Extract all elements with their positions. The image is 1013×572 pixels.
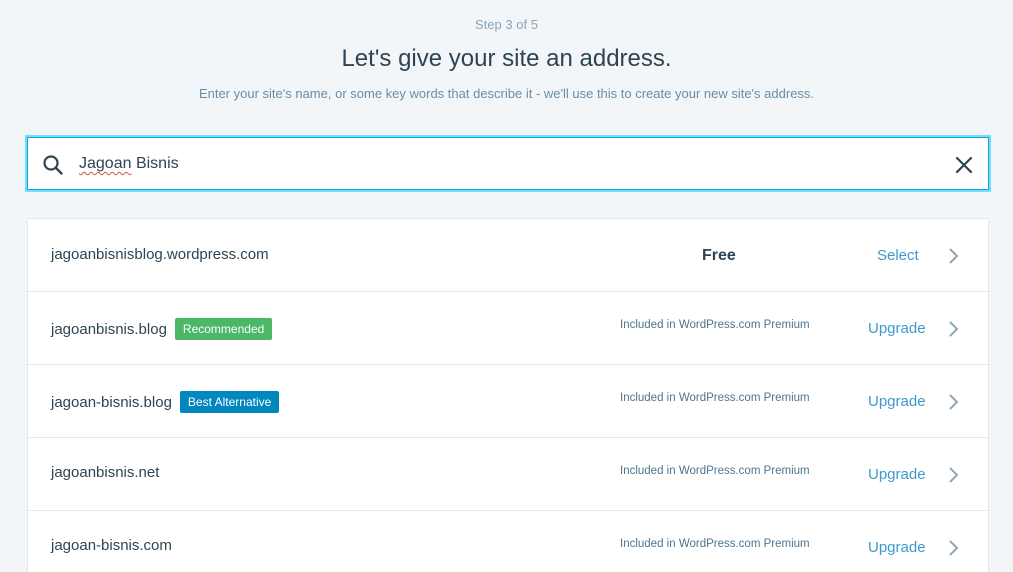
- plan-included-text: Included in WordPress.com Premium: [620, 538, 810, 550]
- price-label: Free: [702, 247, 736, 264]
- select-button[interactable]: Select: [877, 247, 919, 264]
- upgrade-button[interactable]: Upgrade: [868, 320, 926, 337]
- search-input-text: Bisnis: [131, 155, 179, 172]
- plan-included-text: Included in WordPress.com Premium: [620, 465, 810, 477]
- plan-included-text: Included in WordPress.com Premium: [620, 392, 810, 404]
- domain-name: jagoan-bisnis.blog: [51, 394, 172, 411]
- upgrade-button[interactable]: Upgrade: [868, 466, 926, 483]
- step-indicator: Step 3 of 5: [475, 17, 538, 32]
- search-icon: [43, 155, 63, 175]
- domain-result-row[interactable]: jagoan-bisnis.blog Best Alternative Inclu…: [28, 365, 988, 438]
- domain-name: jagoanbisnis.net: [51, 464, 160, 481]
- chevron-right-icon: [949, 467, 959, 483]
- search-input-misspelled-word: Jagoan: [79, 155, 132, 172]
- domain-name-wrapper: jagoanbisnis.blog Recommended: [51, 318, 273, 340]
- domain-result-row[interactable]: jagoanbisnis.net Included in WordPress.c…: [28, 438, 988, 511]
- domain-result-row[interactable]: jagoanbisnis.blog Recommended Included in…: [28, 292, 988, 365]
- page-title: Let's give your site an address.: [341, 45, 672, 72]
- best-alternative-badge: Best Alternative: [179, 391, 280, 413]
- chevron-right-icon: [949, 394, 959, 410]
- page-subtitle: Enter your site's name, or some key word…: [198, 86, 815, 101]
- domain-search-box[interactable]: Jagoan Bisnis: [25, 135, 991, 192]
- domain-name: jagoan-bisnis.com: [51, 537, 172, 554]
- domain-result-row[interactable]: jagoanbisnisblog.wordpress.com Free Sele…: [28, 219, 988, 292]
- close-icon[interactable]: [952, 153, 976, 177]
- domain-result-row[interactable]: jagoan-bisnis.com Included in WordPress.…: [28, 511, 988, 572]
- domain-name: jagoanbisnisblog.wordpress.com: [51, 246, 269, 263]
- domain-name-wrapper: jagoan-bisnis.blog Best Alternative: [51, 391, 280, 413]
- upgrade-button[interactable]: Upgrade: [868, 393, 926, 410]
- plan-included-text: Included in WordPress.com Premium: [620, 319, 810, 331]
- search-input[interactable]: Jagoan Bisnis: [79, 155, 179, 173]
- chevron-right-icon: [949, 321, 959, 337]
- chevron-right-icon: [949, 540, 959, 556]
- upgrade-button[interactable]: Upgrade: [868, 539, 926, 556]
- domain-results-list: jagoanbisnisblog.wordpress.com Free Sele…: [27, 218, 989, 572]
- chevron-right-icon: [949, 248, 959, 264]
- recommended-badge: Recommended: [174, 318, 273, 340]
- domain-name: jagoanbisnis.blog: [51, 321, 167, 338]
